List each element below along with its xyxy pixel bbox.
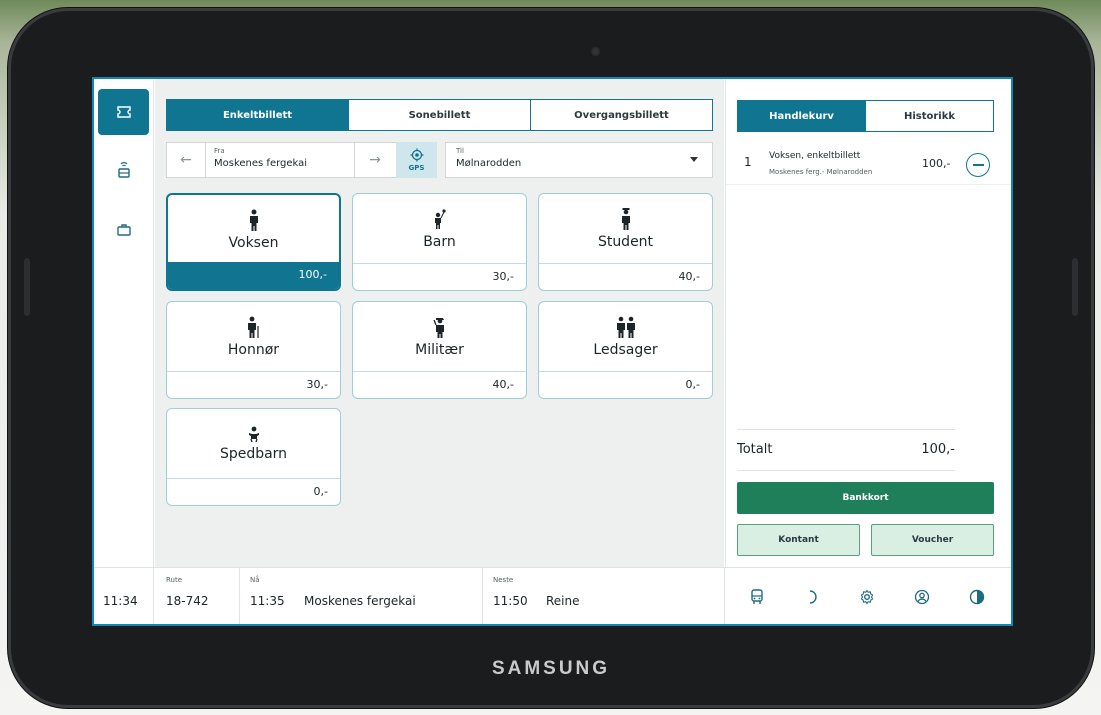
passenger-card-spedbarn[interactable]: Spedbarn 0,- xyxy=(166,408,341,506)
passenger-card-voksen[interactable]: Voksen 100,- xyxy=(166,193,341,291)
tab-enkeltbillett[interactable]: Enkeltbillett xyxy=(167,100,349,130)
passenger-price: 40,- xyxy=(539,263,712,290)
user-circle-icon xyxy=(914,589,929,604)
passenger-price: 30,- xyxy=(353,263,526,290)
passenger-price: 30,- xyxy=(167,371,340,398)
next-time: 11:50 xyxy=(493,594,528,608)
passenger-name: Student xyxy=(597,234,654,250)
camera-icon xyxy=(590,46,601,57)
to-label: Til xyxy=(456,147,464,155)
to-value: Mølnarodden xyxy=(456,158,522,169)
arrow-left-icon: ← xyxy=(180,152,192,168)
from-value: Moskenes fergekai xyxy=(214,158,308,169)
moon-icon xyxy=(809,589,817,604)
printer-icon xyxy=(117,162,130,178)
profile-button[interactable] xyxy=(894,568,949,624)
adult-icon xyxy=(249,209,258,231)
gear-icon xyxy=(860,589,873,604)
cart-tabs: Handlekurv Historikk xyxy=(737,100,994,132)
from-field[interactable]: Fra Moskenes fergekai xyxy=(205,143,355,177)
pay-cash-button[interactable]: Kontant xyxy=(737,524,860,556)
bus-button[interactable] xyxy=(729,568,784,624)
caret-down-icon xyxy=(690,157,698,162)
app-screen: Enkeltbillett Sonebillett Overgangsbille… xyxy=(92,77,1013,626)
cart-item-price: 100,- xyxy=(922,157,951,170)
briefcase-icon xyxy=(116,224,131,236)
remove-item-button[interactable] xyxy=(966,153,990,177)
companion-icon xyxy=(616,316,635,338)
cart-item-subtitle: Moskenes ferg.- Mølnarodden xyxy=(769,168,873,176)
passenger-card-militaer[interactable]: Militær 40,- xyxy=(352,301,527,399)
student-icon xyxy=(621,208,630,230)
passenger-card-honnor[interactable]: Honnør 30,- xyxy=(166,301,341,399)
passenger-price: 40,- xyxy=(353,371,526,398)
now-time: 11:35 xyxy=(250,594,285,608)
nav-briefcase-button[interactable] xyxy=(98,207,149,253)
passenger-price: 100,- xyxy=(168,262,339,289)
device-brand: SAMSUNG xyxy=(491,658,611,679)
nav-tickets-button[interactable] xyxy=(98,89,149,135)
gps-button[interactable]: GPS xyxy=(396,142,437,178)
gps-label: GPS xyxy=(408,164,425,172)
route-value: 18-742 xyxy=(166,594,209,608)
cart-panel: Handlekurv Historikk 1 Voksen, enkeltbil… xyxy=(725,79,1011,567)
pay-voucher-button[interactable]: Voucher xyxy=(871,524,994,556)
passenger-name: Honnør xyxy=(227,342,280,358)
ticket-type-tabs: Enkeltbillett Sonebillett Overgangsbille… xyxy=(166,99,713,131)
prev-stop-button[interactable]: ← xyxy=(167,143,205,177)
bus-icon xyxy=(750,588,763,604)
passenger-name: Voksen xyxy=(228,235,279,251)
cart-item: 1 Voksen, enkeltbillett Moskenes ferg.- … xyxy=(726,143,1011,185)
total-value: 100,- xyxy=(921,442,955,457)
arrow-right-icon: → xyxy=(369,152,381,168)
contrast-button[interactable] xyxy=(949,568,1004,624)
main-panel: Enkeltbillett Sonebillett Overgangsbille… xyxy=(155,79,724,567)
route-info: Rute 18-742 xyxy=(155,568,240,624)
settings-button[interactable] xyxy=(839,568,894,624)
tab-sonebillett[interactable]: Sonebillett xyxy=(349,100,531,130)
passenger-name: Spedbarn xyxy=(219,446,288,462)
next-stop-button[interactable]: → xyxy=(355,143,395,177)
clock: 11:34 xyxy=(103,594,138,608)
passenger-price: 0,- xyxy=(539,371,712,398)
pay-card-button[interactable]: Bankkort xyxy=(737,482,994,514)
passenger-card-ledsager[interactable]: Ledsager 0,- xyxy=(538,301,713,399)
tab-overgangsbillett[interactable]: Overgangsbillett xyxy=(531,100,712,130)
passenger-name: Militær xyxy=(415,342,464,358)
ticket-icon xyxy=(116,106,131,118)
status-bar: 11:34 Rute 18-742 Nå 11:35 Moskenes ferg… xyxy=(94,567,1011,624)
nav-printer-button[interactable] xyxy=(98,147,149,193)
next-stop-info: Neste 11:50 Reine xyxy=(483,568,725,624)
total-label: Totalt xyxy=(737,442,773,457)
passenger-name: Ledsager xyxy=(593,342,658,358)
total-row: Totalt 100,- xyxy=(737,429,955,471)
from-label: Fra xyxy=(214,147,225,155)
passenger-price: 0,- xyxy=(167,478,340,505)
side-button-right xyxy=(1072,258,1078,316)
passenger-card-barn[interactable]: Barn 30,- xyxy=(352,193,527,291)
senior-icon xyxy=(247,316,259,338)
cart-item-title: Voksen, enkeltbillett xyxy=(769,151,861,161)
child-icon xyxy=(434,209,446,229)
next-label: Neste xyxy=(493,576,514,584)
left-nav xyxy=(94,79,154,567)
passenger-name: Barn xyxy=(423,234,456,250)
cart-item-qty: 1 xyxy=(744,155,752,169)
current-stop-info: Nå 11:35 Moskenes fergekai xyxy=(240,568,483,624)
now-stop: Moskenes fergekai xyxy=(304,594,416,608)
gps-icon xyxy=(410,148,423,162)
next-stop: Reine xyxy=(546,594,580,608)
tab-handlekurv[interactable]: Handlekurv xyxy=(738,101,866,131)
infant-icon xyxy=(248,426,259,442)
side-button-left xyxy=(24,258,30,316)
now-label: Nå xyxy=(250,576,260,584)
military-icon xyxy=(432,318,444,338)
night-mode-button[interactable] xyxy=(784,568,839,624)
route-label: Rute xyxy=(166,576,183,584)
to-dropdown[interactable]: Til Mølnarodden xyxy=(445,142,713,178)
passenger-card-student[interactable]: Student 40,- xyxy=(538,193,713,291)
contrast-icon xyxy=(969,589,984,604)
tab-historikk[interactable]: Historikk xyxy=(866,101,993,131)
